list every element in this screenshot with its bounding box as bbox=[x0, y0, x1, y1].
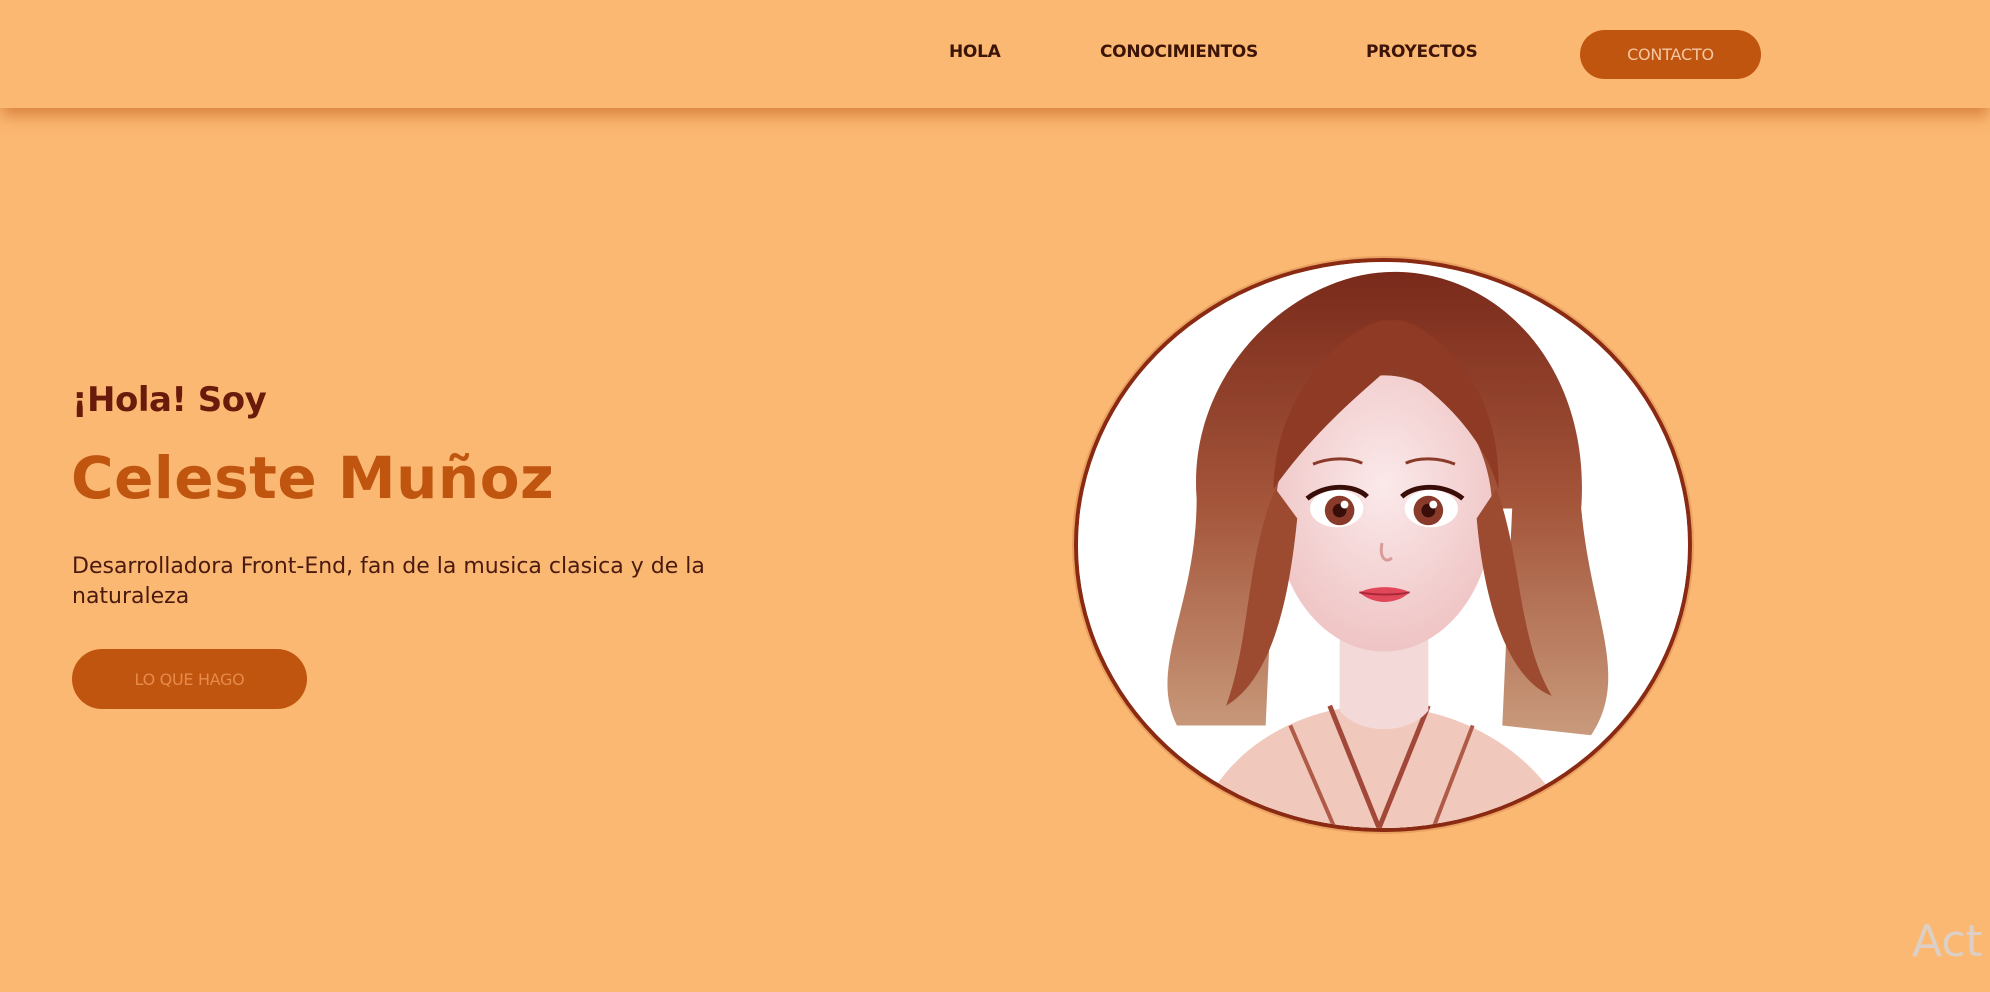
hero-description: Desarrolladora Front-End, fan de la musi… bbox=[72, 554, 705, 609]
activation-watermark: Act bbox=[1912, 916, 1983, 967]
nav-link-conocimientos[interactable]: CONOCIMIENTOS bbox=[1100, 42, 1258, 62]
page: HOLA CONOCIMIENTOS PROYECTOS CONTACTO ¡H… bbox=[0, 0, 1990, 992]
hero-greeting: ¡Hola! Soy bbox=[72, 380, 267, 420]
nav-link-proyectos[interactable]: PROYECTOS bbox=[1366, 42, 1478, 62]
nav-link-hola[interactable]: HOLA bbox=[949, 42, 1001, 62]
hero-name: Celeste Muñoz bbox=[71, 444, 555, 512]
what-i-do-button[interactable]: LO QUE HAGO bbox=[72, 649, 307, 709]
contact-button[interactable]: CONTACTO bbox=[1580, 30, 1761, 79]
profile-portrait-image bbox=[1074, 258, 1692, 832]
top-nav-bar: HOLA CONOCIMIENTOS PROYECTOS CONTACTO bbox=[0, 0, 1990, 108]
anime-girl-portrait-icon bbox=[1078, 262, 1688, 828]
